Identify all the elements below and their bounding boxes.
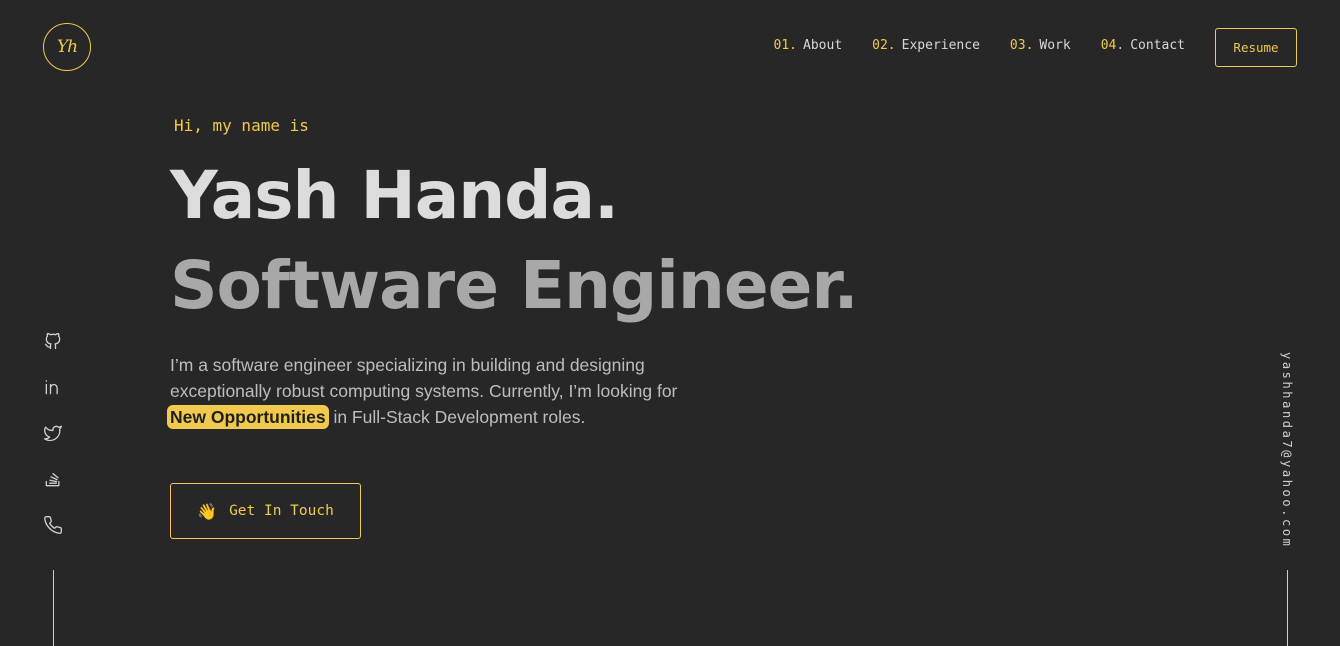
nav-item-contact[interactable]: 04. Contact <box>1101 38 1185 53</box>
phone-icon[interactable] <box>42 514 64 536</box>
nav-label: Contact <box>1130 38 1185 53</box>
hero-title: Software Engineer. <box>170 247 859 324</box>
cta-label: Get In Touch <box>229 503 334 519</box>
logo[interactable]: Yh <box>43 23 91 71</box>
email-link[interactable]: yashhanda7@yahoo.com <box>1280 352 1294 549</box>
nav-number: 02. <box>872 38 896 53</box>
nav-label: About <box>803 38 843 53</box>
nav-item-work[interactable]: 03. Work <box>1010 38 1071 53</box>
greeting-text: Hi, my name is <box>174 116 309 135</box>
nav-number: 04. <box>1100 38 1125 53</box>
logo-text: Yh <box>56 37 78 57</box>
nav-item-about[interactable]: 01. About <box>774 38 843 53</box>
hero-name: Yash Handa. <box>170 157 619 234</box>
nav-item-experience[interactable]: 02. Experience <box>872 38 980 53</box>
waving-hand-icon: 👋 <box>197 501 218 521</box>
description-text: in Full-Stack Development roles. <box>333 407 586 427</box>
linkedin-icon[interactable] <box>42 376 64 398</box>
nav-label: Experience <box>901 38 980 53</box>
description-text: I’m a software engineer specializing in … <box>170 355 678 401</box>
social-links <box>42 330 64 536</box>
stackoverflow-icon[interactable] <box>42 468 64 490</box>
resume-button[interactable]: Resume <box>1215 28 1297 67</box>
github-icon[interactable] <box>42 330 64 352</box>
hero-description: I’m a software engineer specializing in … <box>167 352 710 430</box>
nav-number: 01. <box>773 38 798 53</box>
left-divider-line <box>53 570 54 646</box>
twitter-icon[interactable] <box>42 422 64 444</box>
nav-number: 03. <box>1009 38 1034 53</box>
right-divider-line <box>1287 570 1288 646</box>
main-nav: 01. About 02. Experience 03. Work 04. Co… <box>774 38 1185 53</box>
nav-label: Work <box>1039 38 1071 53</box>
highlight-badge: New Opportunities <box>167 405 329 429</box>
get-in-touch-button[interactable]: 👋 Get In Touch <box>170 483 361 539</box>
